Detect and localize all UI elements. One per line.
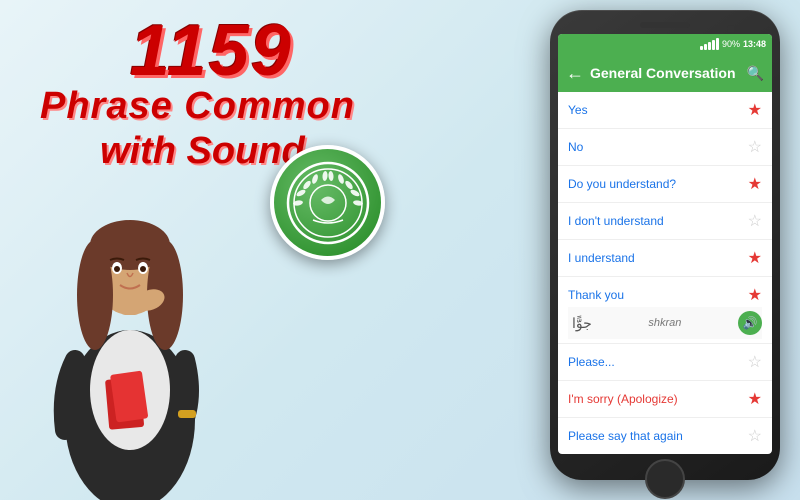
star-icon[interactable]: ☆ xyxy=(748,211,762,231)
search-icon[interactable]: 🔍 xyxy=(747,65,764,82)
phrase-text: I don't understand xyxy=(568,214,748,228)
battery-icon: 90% xyxy=(722,39,740,49)
person-figure xyxy=(20,100,240,500)
phrase-text: Do you understand? xyxy=(568,177,748,191)
app-header: ← General Conversation 🔍 xyxy=(558,54,772,92)
header-title: General Conversation xyxy=(590,65,741,81)
phrase-text: No xyxy=(568,140,748,154)
signal-bars xyxy=(700,38,719,50)
expanded-content: جوًّا shkran 🔊 xyxy=(568,307,762,339)
phrase-text: Yes xyxy=(568,103,748,117)
status-bar: 90% 13:48 xyxy=(558,34,772,54)
app-number: 1159 xyxy=(130,10,293,92)
transliteration: shkran xyxy=(648,317,681,329)
signal-bar-2 xyxy=(704,44,707,50)
phrase-text: I'm sorry (Apologize) xyxy=(568,392,748,406)
phone-outer: 90% 13:48 ← General Conversation 🔍 Yes★N… xyxy=(550,10,780,480)
phrase-item[interactable]: Do you understand?★ xyxy=(558,166,772,203)
phrase-text: Please say that again xyxy=(568,429,748,443)
phrase-item[interactable]: Thank you★ جوًّا shkran 🔊 xyxy=(558,277,772,344)
signal-bar-5 xyxy=(716,38,719,50)
arabic-league-emblem xyxy=(270,145,385,260)
phrase-item[interactable]: Please say that again☆ xyxy=(558,418,772,454)
phrase-item[interactable]: I don't understand☆ xyxy=(558,203,772,240)
phone-speaker xyxy=(640,22,690,28)
star-icon[interactable]: ★ xyxy=(748,389,762,409)
status-time: 13:48 xyxy=(743,39,766,49)
star-icon[interactable]: ☆ xyxy=(748,426,762,446)
phone-container: 90% 13:48 ← General Conversation 🔍 Yes★N… xyxy=(550,10,780,480)
arabic-text: جوًّا xyxy=(572,315,592,332)
phrase-text: Please... xyxy=(568,355,748,369)
star-icon[interactable]: ☆ xyxy=(748,352,762,372)
phone-screen: 90% 13:48 ← General Conversation 🔍 Yes★N… xyxy=(558,34,772,454)
phrase-list: Yes★No☆Do you understand?★I don't unders… xyxy=(558,92,772,454)
phrase-text: Thank you xyxy=(568,288,748,302)
sound-button[interactable]: 🔊 xyxy=(738,311,762,335)
phrase-text: I understand xyxy=(568,251,748,265)
star-icon[interactable]: ★ xyxy=(748,100,762,120)
back-button[interactable]: ← xyxy=(566,63,584,84)
signal-bar-1 xyxy=(700,46,703,50)
signal-bar-4 xyxy=(712,40,715,50)
left-section: 1159 Phrase Common with Sound xyxy=(0,0,440,500)
star-icon[interactable]: ★ xyxy=(748,248,762,268)
phone-home-button[interactable] xyxy=(645,459,685,499)
phrase-item[interactable]: No☆ xyxy=(558,129,772,166)
signal-bar-3 xyxy=(708,42,711,50)
phrase-item[interactable]: Yes★ xyxy=(558,92,772,129)
star-icon[interactable]: ☆ xyxy=(748,137,762,157)
star-icon[interactable]: ★ xyxy=(748,174,762,194)
phrase-item[interactable]: Please...☆ xyxy=(558,344,772,381)
phrase-item[interactable]: I understand★ xyxy=(558,240,772,277)
phrase-item[interactable]: I'm sorry (Apologize)★ xyxy=(558,381,772,418)
phone-camera xyxy=(727,25,735,33)
star-icon[interactable]: ★ xyxy=(748,285,762,305)
